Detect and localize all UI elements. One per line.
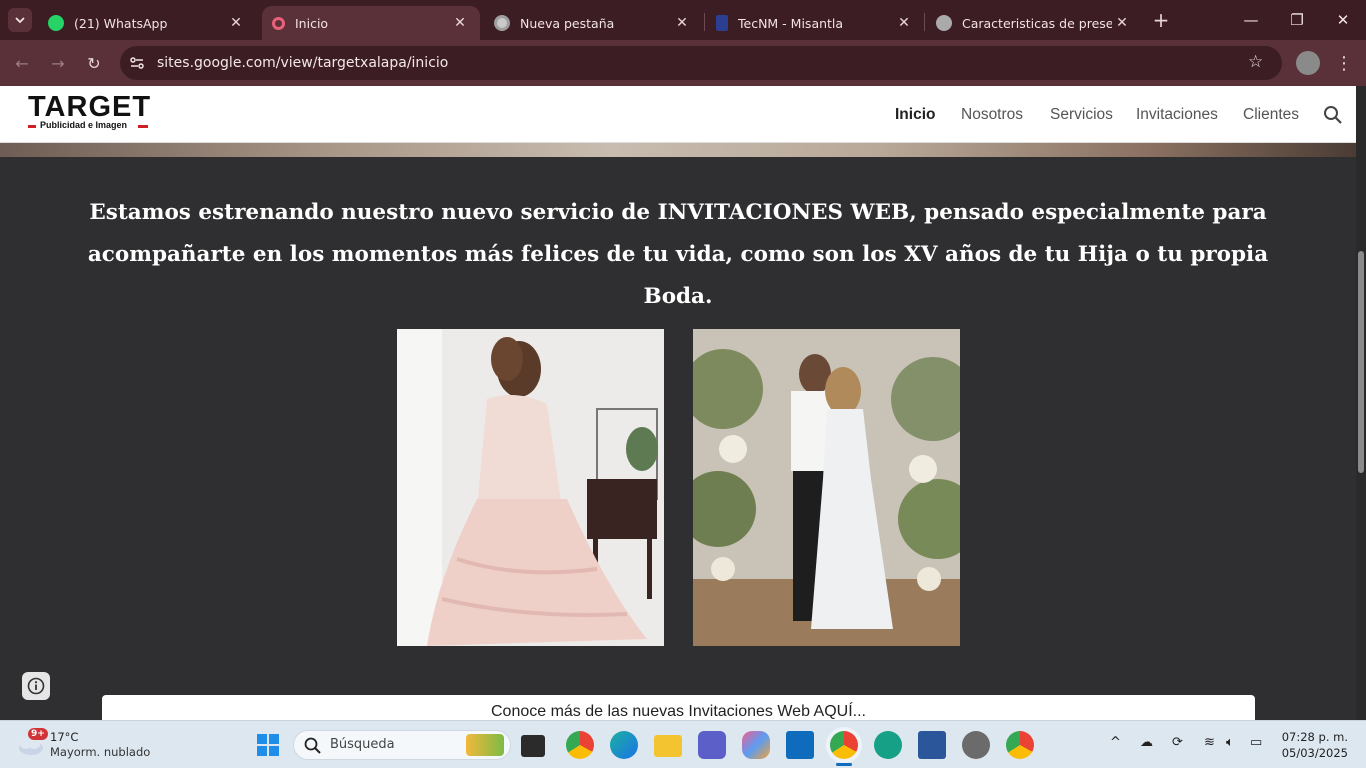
web-page: TARGET Publicidad e Imagen Inicio Nosotr… bbox=[0, 86, 1356, 720]
tab-search-button[interactable] bbox=[8, 8, 32, 32]
settings-gear-icon[interactable] bbox=[962, 731, 990, 759]
windows-taskbar: 9+ 17°C Mayorm. nublado Búsqueda ^ ☁ ⟳ ≋… bbox=[0, 720, 1366, 768]
chrome-profile-icon[interactable] bbox=[1006, 731, 1034, 759]
close-icon[interactable]: ✕ bbox=[226, 15, 246, 31]
search-icon[interactable] bbox=[1323, 105, 1343, 125]
whatsapp-icon bbox=[48, 15, 64, 31]
store-icon[interactable] bbox=[786, 731, 814, 759]
close-window-button[interactable]: ✕ bbox=[1320, 0, 1366, 40]
photo-illustration bbox=[397, 329, 664, 646]
close-icon: ✕ bbox=[1336, 11, 1350, 29]
tab-nueva-pestana[interactable]: Nueva pestaña ✕ bbox=[484, 6, 702, 40]
chrome-icon bbox=[494, 15, 510, 31]
hero-image-strip bbox=[0, 143, 1356, 157]
search-icon bbox=[304, 737, 321, 754]
chevron-up-icon[interactable]: ^ bbox=[1110, 735, 1121, 750]
info-button[interactable] bbox=[22, 672, 50, 700]
tab-strip: (21) WhatsApp ✕ Inicio ✕ Nueva pestaña ✕… bbox=[0, 0, 1366, 40]
start-button[interactable] bbox=[254, 731, 282, 759]
photo-xv-anos bbox=[397, 329, 664, 646]
close-icon[interactable]: ✕ bbox=[672, 15, 692, 31]
tab-inicio[interactable]: Inicio ✕ bbox=[262, 6, 480, 40]
profile-avatar[interactable] bbox=[1296, 51, 1320, 75]
tab-caracteristicas[interactable]: Caracteristicas de presentación ✕ bbox=[926, 6, 1142, 40]
onedrive-icon[interactable]: ☁ bbox=[1140, 735, 1153, 750]
kebab-menu-icon: ⋮ bbox=[1335, 52, 1353, 74]
windows-logo-icon bbox=[257, 734, 279, 756]
site-header: TARGET Publicidad e Imagen Inicio Nosotr… bbox=[0, 86, 1356, 143]
chrome-active-icon[interactable] bbox=[830, 731, 858, 759]
logo-bar-left bbox=[28, 125, 36, 128]
search-highlight-icon bbox=[466, 734, 504, 756]
photo-boda bbox=[693, 329, 960, 646]
edge-icon[interactable] bbox=[610, 731, 638, 759]
close-icon[interactable]: ✕ bbox=[1112, 15, 1132, 31]
url-text: sites.google.com/view/targetxalapa/inici… bbox=[157, 55, 449, 71]
tab-whatsapp[interactable]: (21) WhatsApp ✕ bbox=[38, 6, 256, 40]
menu-button[interactable]: ⋮ bbox=[1332, 51, 1356, 75]
restore-icon: ❐ bbox=[1290, 11, 1304, 29]
site-logo[interactable]: TARGET Publicidad e Imagen bbox=[28, 92, 151, 131]
clock[interactable]: 07:28 p. m. 05/03/2025 bbox=[1280, 729, 1348, 761]
chevron-down-icon bbox=[15, 17, 25, 24]
tecnm-icon bbox=[716, 15, 728, 31]
photo-illustration bbox=[693, 329, 960, 646]
bookmark-star-icon[interactable]: ☆ bbox=[1248, 52, 1263, 72]
arrow-right-icon: → bbox=[51, 53, 65, 73]
minimize-button[interactable]: — bbox=[1228, 0, 1274, 40]
reload-icon: ↻ bbox=[87, 53, 101, 73]
weather-widget[interactable]: 9+ 17°C Mayorm. nublado bbox=[16, 728, 150, 761]
tab-tecnm[interactable]: TecNM - Misantla ✕ bbox=[706, 6, 924, 40]
atom-app-icon[interactable] bbox=[874, 731, 902, 759]
nav-nosotros[interactable]: Nosotros bbox=[961, 106, 1023, 124]
teams-icon[interactable] bbox=[698, 731, 726, 759]
active-app-indicator bbox=[836, 763, 852, 766]
page-scrollbar[interactable] bbox=[1356, 86, 1366, 720]
tab-separator bbox=[924, 13, 925, 31]
scrollbar-thumb[interactable] bbox=[1358, 251, 1364, 473]
volume-icon[interactable]: 🔈︎ bbox=[1226, 735, 1234, 750]
new-tab-button[interactable]: + bbox=[1149, 8, 1173, 32]
address-bar[interactable]: sites.google.com/view/targetxalapa/inici… bbox=[120, 46, 1282, 80]
close-icon[interactable]: ✕ bbox=[450, 15, 470, 31]
nav-invitaciones[interactable]: Invitaciones bbox=[1136, 106, 1218, 124]
file-explorer-icon[interactable] bbox=[654, 735, 682, 757]
globe-icon bbox=[936, 15, 952, 31]
nav-inicio[interactable]: Inicio bbox=[895, 106, 935, 124]
restore-button[interactable]: ❐ bbox=[1274, 0, 1320, 40]
browser-toolbar: ← → ↻ sites.google.com/view/targetxalapa… bbox=[0, 40, 1366, 86]
lead-paragraph: Estamos estrenando nuestro nuevo servici… bbox=[87, 200, 1269, 309]
google-sites-icon bbox=[272, 16, 285, 30]
close-icon[interactable]: ✕ bbox=[894, 15, 914, 31]
minimize-icon: — bbox=[1243, 11, 1259, 29]
battery-icon[interactable]: ▭ bbox=[1250, 735, 1262, 750]
nav-clientes[interactable]: Clientes bbox=[1243, 106, 1299, 124]
logo-bar-right bbox=[138, 125, 148, 128]
back-button[interactable]: ← bbox=[10, 51, 34, 75]
info-icon bbox=[27, 677, 45, 695]
copilot-icon[interactable] bbox=[742, 731, 770, 759]
sync-icon[interactable]: ⟳ bbox=[1172, 735, 1183, 750]
forward-button[interactable]: → bbox=[46, 51, 70, 75]
weather-badge: 9+ bbox=[28, 728, 48, 740]
nav-servicios[interactable]: Servicios bbox=[1050, 106, 1113, 124]
site-settings-icon bbox=[130, 57, 144, 69]
plus-icon: + bbox=[1152, 8, 1170, 32]
reload-button[interactable]: ↻ bbox=[82, 51, 106, 75]
invitaciones-cta-button[interactable]: Conoce más de las nuevas Invitaciones We… bbox=[102, 695, 1255, 720]
wifi-icon[interactable]: ≋ bbox=[1204, 735, 1215, 750]
task-view-icon[interactable] bbox=[521, 735, 545, 757]
taskbar-search[interactable]: Búsqueda bbox=[293, 730, 511, 760]
arrow-left-icon: ← bbox=[15, 53, 29, 73]
tab-separator bbox=[704, 13, 705, 31]
word-icon[interactable] bbox=[918, 731, 946, 759]
chrome-icon[interactable] bbox=[566, 731, 594, 759]
